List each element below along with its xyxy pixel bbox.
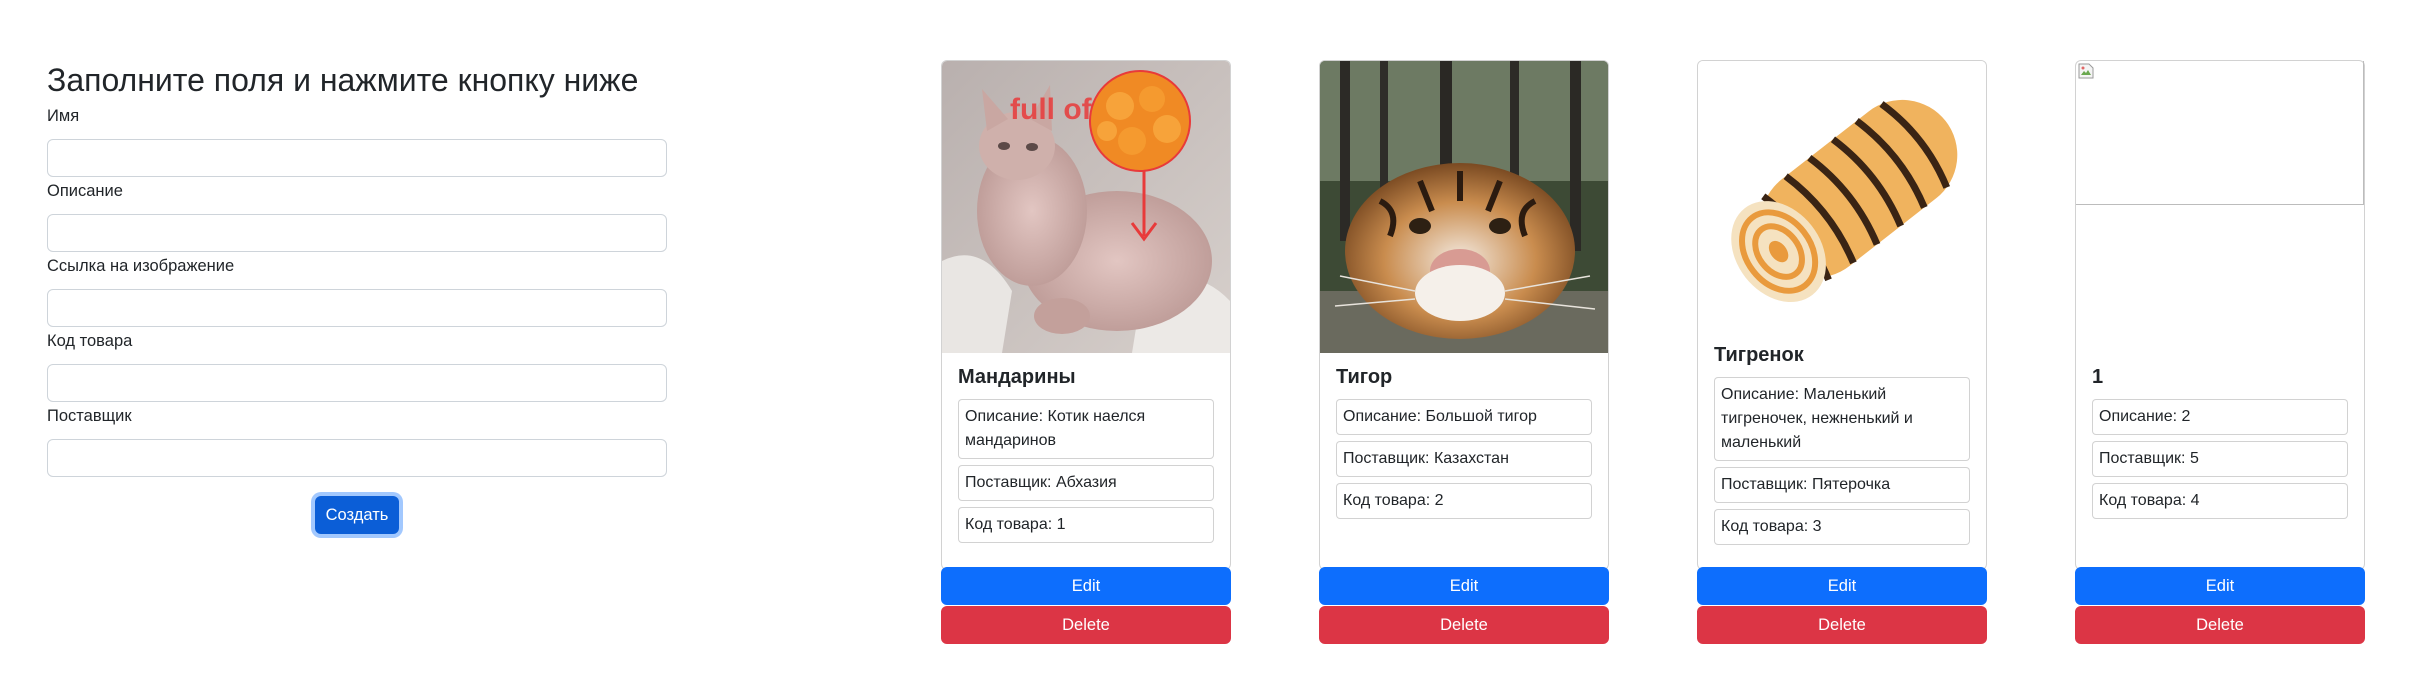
- edit-button[interactable]: Edit: [941, 567, 1231, 605]
- card-supplier: Поставщик: 5: [2092, 441, 2348, 477]
- cat-photo: full of:: [942, 61, 1230, 353]
- name-input[interactable]: [47, 139, 667, 177]
- product-image-roll-cake: [1698, 61, 1986, 331]
- product-card-tigor: Тигор Описание: Большой тигор Поставщик:…: [1319, 60, 1609, 644]
- description-field-group: Описание: [47, 181, 667, 252]
- card-title: Тигор: [1336, 366, 1393, 388]
- card-supplier: Поставщик: Казахстан: [1336, 441, 1592, 477]
- image-url-input[interactable]: [47, 289, 667, 327]
- broken-image-placeholder: [2076, 61, 2364, 205]
- card-title: Мандарины: [958, 366, 1076, 388]
- tiger-photo: [1320, 61, 1608, 353]
- product-card-mandarins: full of: Мандарины Описание: Котик наелс…: [941, 60, 1231, 644]
- card-supplier: Поставщик: Пятерочка: [1714, 467, 1970, 503]
- edit-button[interactable]: Edit: [1319, 567, 1609, 605]
- roll-cake-photo: [1698, 61, 1986, 331]
- card-description: Описание: Маленький тигреночек, нежненьк…: [1714, 377, 1970, 461]
- name-label: Имя: [47, 107, 80, 125]
- supplier-label: Поставщик: [47, 407, 132, 425]
- product-code-field-group: Код товара: [47, 331, 667, 402]
- product-image-cat: full of:: [942, 61, 1230, 353]
- image-url-label: Ссылка на изображение: [47, 257, 235, 275]
- create-button[interactable]: Создать: [315, 496, 399, 534]
- product-image-tiger: [1320, 61, 1608, 353]
- card-product-code: Код товара: 3: [1714, 509, 1970, 545]
- card-supplier: Поставщик: Абхазия: [958, 465, 1214, 501]
- card-description: Описание: Котик наелся мандаринов: [958, 399, 1214, 459]
- description-label: Описание: [47, 182, 123, 200]
- image-caption: full of:: [1010, 93, 1102, 126]
- product-code-label: Код товара: [47, 332, 133, 350]
- image-url-field-group: Ссылка на изображение: [47, 256, 667, 327]
- card-title: 1: [2092, 366, 2104, 388]
- description-input[interactable]: [47, 214, 667, 252]
- supplier-input[interactable]: [47, 439, 667, 477]
- create-product-form: Заполните поля и нажмите кнопку ниже Имя…: [47, 58, 667, 534]
- card-product-code: Код товара: 1: [958, 507, 1214, 543]
- product-card-1: 1 Описание: 2 Поставщик: 5 Код товара: 4…: [2075, 60, 2365, 644]
- product-code-input[interactable]: [47, 364, 667, 402]
- card-title: Тигренок: [1714, 344, 1804, 366]
- card-description: Описание: Большой тигор: [1336, 399, 1592, 435]
- broken-image-icon: [2078, 63, 2094, 79]
- form-heading: Заполните поля и нажмите кнопку ниже: [47, 62, 639, 98]
- card-product-code: Код товара: 2: [1336, 483, 1592, 519]
- delete-button[interactable]: Delete: [1319, 606, 1609, 644]
- delete-button[interactable]: Delete: [941, 606, 1231, 644]
- product-card-tigrenok: Тигренок Описание: Маленький тигреночек,…: [1697, 60, 1987, 644]
- delete-button[interactable]: Delete: [2075, 606, 2365, 644]
- delete-button[interactable]: Delete: [1697, 606, 1987, 644]
- edit-button[interactable]: Edit: [2075, 567, 2365, 605]
- edit-button[interactable]: Edit: [1697, 567, 1987, 605]
- card-description: Описание: 2: [2092, 399, 2348, 435]
- supplier-field-group: Поставщик: [47, 406, 667, 477]
- card-product-code: Код товара: 4: [2092, 483, 2348, 519]
- name-field-group: Имя: [47, 106, 667, 177]
